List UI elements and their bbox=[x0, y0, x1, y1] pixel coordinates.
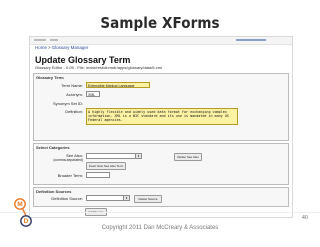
definition-source-select[interactable]: ▾ bbox=[86, 195, 130, 201]
definition-label: Definition: bbox=[65, 109, 83, 114]
top-bar-mark bbox=[50, 39, 58, 41]
app-top-bar bbox=[30, 37, 292, 45]
term-name-input[interactable]: Extensible Markup Language bbox=[86, 82, 150, 88]
breadcrumb-glossary-manager-link[interactable]: Glossary Manager bbox=[52, 45, 89, 50]
insert-see-also-button[interactable]: Insert New See Also Term bbox=[86, 162, 126, 170]
synonym-set-label: Synonym Set ID: bbox=[52, 101, 83, 106]
definition-source-label: Definition Source: bbox=[51, 196, 83, 201]
glossary-term-section: Glossary Term Term Name: Extensible Mark… bbox=[33, 73, 289, 141]
slide-title: Sample XForms bbox=[100, 14, 220, 32]
page-number: 40 bbox=[301, 215, 308, 221]
broader-term-label: Broader Term: bbox=[57, 173, 83, 178]
logo-letter-m: M bbox=[17, 201, 22, 208]
top-bar-link[interactable] bbox=[236, 38, 266, 42]
footer-rule bbox=[0, 212, 320, 213]
definition-sources-section: Definition Sources Definition Source: ▾ … bbox=[33, 187, 289, 207]
chevron-down-icon[interactable]: ▾ bbox=[135, 154, 141, 158]
section-title: Select Categories bbox=[36, 145, 70, 150]
definition-textarea[interactable]: A highly flexible and widely used data f… bbox=[86, 108, 238, 125]
top-bar-mark bbox=[34, 39, 46, 41]
see-also-note: (comma-separated) bbox=[53, 158, 83, 162]
select-categories-section: Select Categories See Also: (comma-separ… bbox=[33, 143, 289, 185]
acronym-input[interactable]: XML bbox=[86, 91, 100, 97]
copyright-text: Copyright 2011 Dan McCreary & Associates bbox=[101, 225, 219, 231]
broader-term-input[interactable] bbox=[86, 172, 110, 178]
delete-source-button[interactable]: Delete Source bbox=[134, 195, 162, 203]
acronym-label: Acronym: bbox=[66, 92, 83, 97]
term-name-label: Term Name: bbox=[61, 83, 83, 88]
breadcrumb: Home>Glossary Manager bbox=[35, 45, 89, 50]
section-title: Definition Sources bbox=[36, 189, 72, 194]
file-path: Glossary Editor - 0.05 - File: /exist/re… bbox=[35, 65, 162, 70]
chevron-down-icon[interactable]: ▾ bbox=[123, 196, 129, 200]
see-also-select[interactable]: ▾ bbox=[86, 153, 142, 159]
breadcrumb-home-link[interactable]: Home bbox=[35, 45, 47, 50]
xforms-screenshot: Home>Glossary Manager Update Glossary Te… bbox=[29, 36, 293, 218]
delete-see-also-button[interactable]: Delete See Also bbox=[174, 153, 202, 161]
page-title: Update Glossary Term bbox=[35, 55, 131, 65]
section-title: Glossary Term bbox=[36, 75, 64, 80]
